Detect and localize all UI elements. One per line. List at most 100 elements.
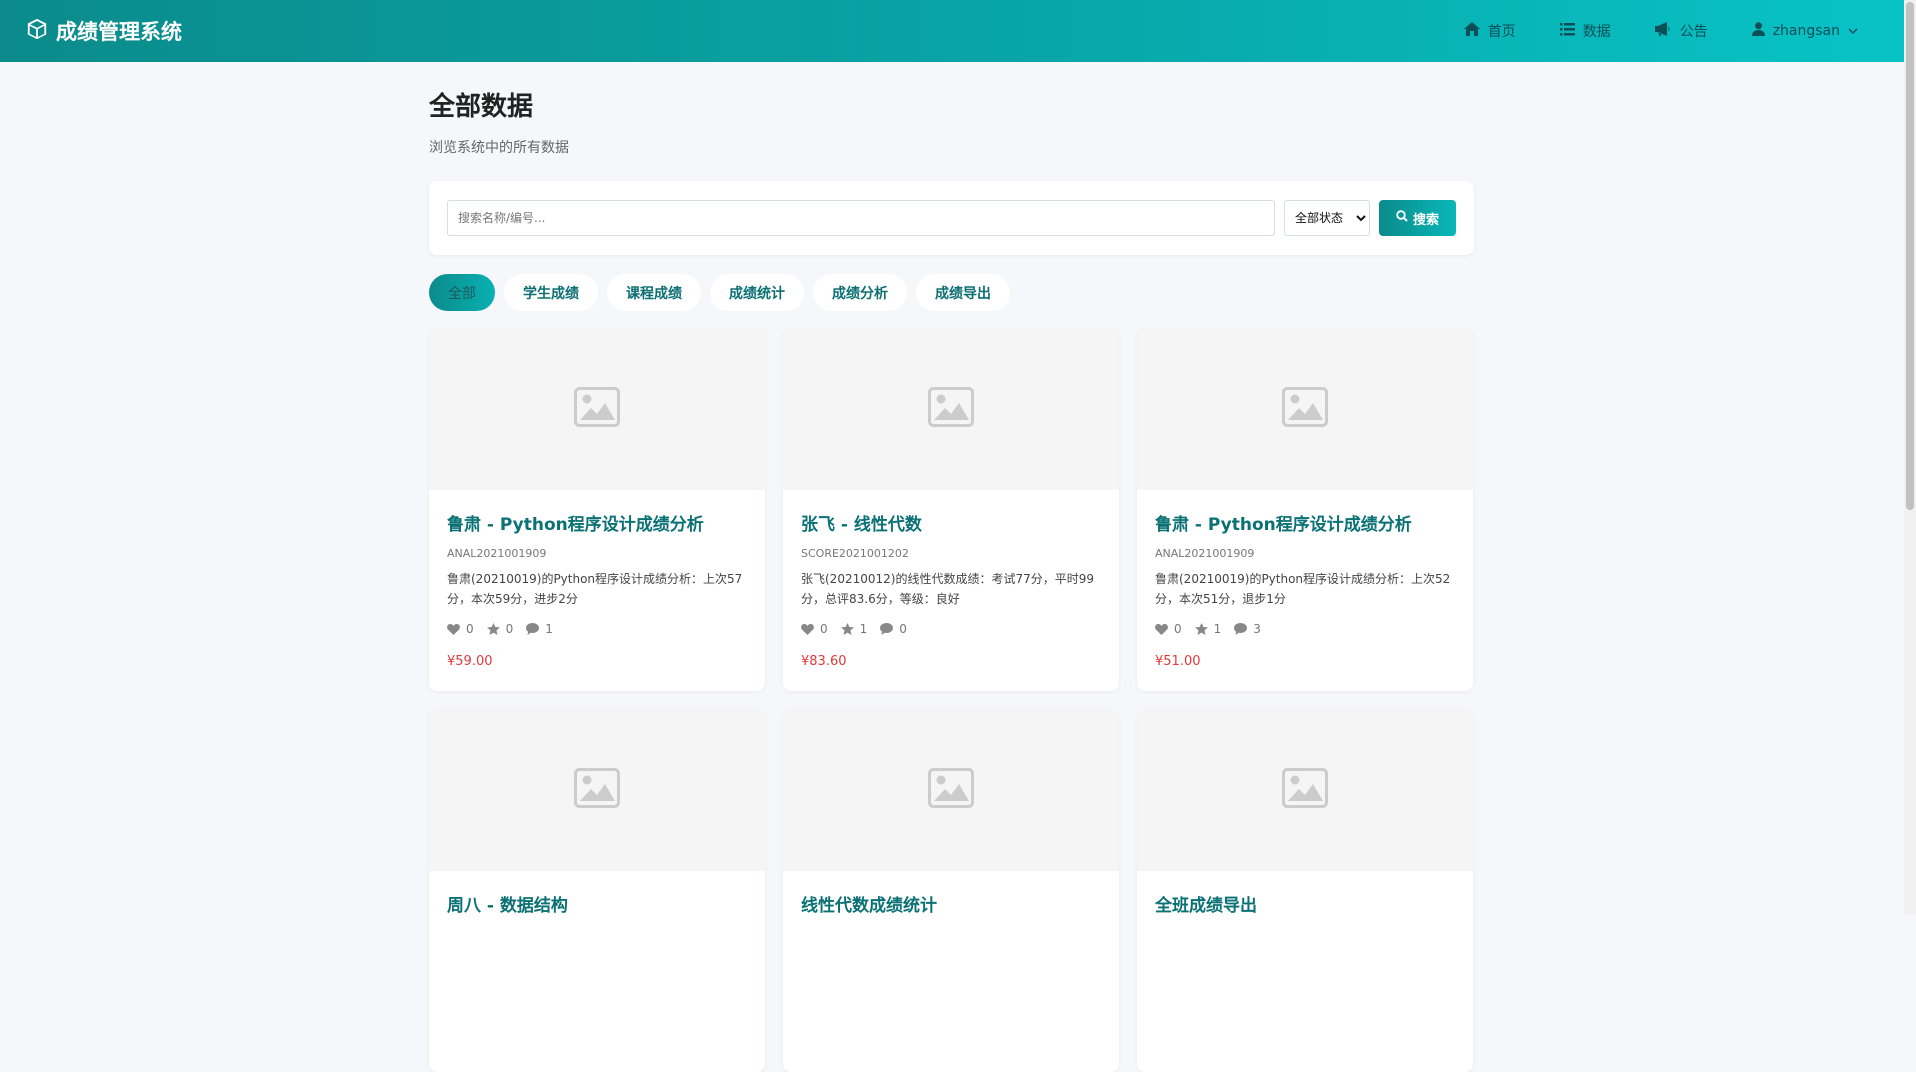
card-description: 张飞(20210012)的线性代数成绩：考试77分，平时99分，总评83.6分，… [801, 572, 1094, 606]
comment-stat[interactable]: 3 [1234, 622, 1261, 636]
card-stats: 0 1 0 [801, 622, 1101, 636]
card-title[interactable]: 张飞 - 线性代数 [801, 510, 1101, 535]
nav-announcement[interactable]: 公告 [1654, 21, 1708, 41]
favorite-stat[interactable]: 1 [1194, 622, 1222, 636]
card-title[interactable]: 鲁肃 - Python程序设计成绩分析 [447, 510, 747, 535]
data-card[interactable]: 线性代数成绩统计 [783, 709, 1119, 1072]
nav-announcement-label: 公告 [1679, 24, 1708, 40]
image-icon [574, 387, 620, 431]
card-image-placeholder [429, 328, 765, 490]
star-icon [486, 623, 500, 635]
comment-stat[interactable]: 1 [526, 622, 553, 636]
search-button[interactable]: 搜索 [1379, 200, 1456, 236]
status-select[interactable]: 全部状态 [1284, 200, 1370, 236]
comment-stat[interactable]: 0 [880, 622, 907, 636]
search-icon [1396, 210, 1408, 226]
card-stats: 0 0 1 [447, 622, 747, 636]
star-icon [840, 623, 854, 635]
card-code: ANAL2021001909 [1155, 547, 1255, 560]
tab-student-scores[interactable]: 学生成绩 [504, 274, 598, 311]
like-count: 0 [466, 622, 474, 636]
search-input[interactable] [447, 200, 1275, 236]
image-icon [928, 768, 974, 812]
favorite-stat[interactable]: 0 [486, 622, 514, 636]
image-icon [928, 387, 974, 431]
card-grid: 鲁肃 - Python程序设计成绩分析 ANAL2021001909 鲁肃(20… [429, 328, 1474, 1072]
search-panel: 全部状态 搜索 [429, 181, 1474, 255]
favorite-stat[interactable]: 1 [840, 622, 868, 636]
tab-course-scores[interactable]: 课程成绩 [607, 274, 701, 311]
data-card[interactable]: 全班成绩导出 [1137, 709, 1473, 1072]
nav-links: 首页 数据 公告 zhangsan [1463, 21, 1858, 41]
page-title: 全部数据 [429, 92, 534, 122]
card-price: ¥83.60 [801, 654, 847, 669]
nav-home[interactable]: 首页 [1463, 21, 1516, 41]
card-title[interactable]: 线性代数成绩统计 [801, 891, 1101, 916]
card-image-placeholder [1137, 328, 1473, 490]
comment-count: 1 [545, 622, 553, 636]
card-image-placeholder [1137, 709, 1473, 871]
tab-score-analysis[interactable]: 成绩分析 [813, 274, 907, 311]
card-price: ¥59.00 [447, 654, 493, 669]
favorite-count: 0 [505, 622, 514, 636]
card-code: SCORE2021001202 [801, 547, 909, 560]
home-icon [1463, 22, 1480, 40]
image-icon [574, 768, 620, 812]
like-stat[interactable]: 0 [447, 622, 474, 636]
card-image-placeholder [783, 328, 1119, 490]
user-menu[interactable]: zhangsan [1751, 22, 1858, 40]
chevron-down-icon [1848, 23, 1858, 39]
comment-count: 0 [899, 622, 907, 636]
data-card[interactable]: 张飞 - 线性代数 SCORE2021001202 张飞(20210012)的线… [783, 328, 1119, 691]
brand[interactable]: 成绩管理系统 [26, 16, 182, 46]
brand-title: 成绩管理系统 [56, 20, 182, 44]
nav-data[interactable]: 数据 [1559, 21, 1611, 41]
comment-icon [1234, 623, 1248, 635]
user-name: zhangsan [1772, 23, 1840, 39]
heart-icon [1155, 624, 1168, 635]
card-code: ANAL2021001909 [447, 547, 547, 560]
tab-score-statistics[interactable]: 成绩统计 [710, 274, 804, 311]
heart-icon [801, 624, 814, 635]
card-price: ¥51.00 [1155, 654, 1201, 669]
card-image-placeholder [783, 709, 1119, 871]
tab-all[interactable]: 全部 [429, 274, 495, 311]
comment-count: 3 [1253, 622, 1261, 636]
favorite-count: 1 [1213, 622, 1222, 636]
star-icon [1194, 623, 1208, 635]
card-description: 鲁肃(20210019)的Python程序设计成绩分析：上次52分，本次51分，… [1155, 572, 1451, 606]
data-card[interactable]: 鲁肃 - Python程序设计成绩分析 ANAL2021001909 鲁肃(20… [429, 328, 765, 691]
card-image-placeholder [429, 709, 765, 871]
card-title[interactable]: 周八 - 数据结构 [447, 891, 747, 916]
nav-home-label: 首页 [1487, 24, 1516, 40]
page-subtitle: 浏览系统中的所有数据 [429, 140, 569, 156]
user-icon [1751, 22, 1765, 40]
data-card[interactable]: 鲁肃 - Python程序设计成绩分析 ANAL2021001909 鲁肃(20… [1137, 328, 1473, 691]
image-icon [1282, 387, 1328, 431]
main-content: 全部数据 浏览系统中的所有数据 全部状态 搜索 全部 学生成绩 课程成绩 成绩统… [429, 62, 1474, 1072]
tab-score-export[interactable]: 成绩导出 [916, 274, 1010, 311]
top-navbar: 成绩管理系统 首页 数据 公告 zhangsan [0, 0, 1904, 62]
page-scrollbar[interactable] [1904, 0, 1916, 915]
search-button-label: 搜索 [1412, 212, 1439, 228]
heart-icon [447, 624, 460, 635]
card-title[interactable]: 鲁肃 - Python程序设计成绩分析 [1155, 510, 1455, 535]
comment-icon [880, 623, 894, 635]
list-icon [1559, 22, 1575, 40]
category-tabs: 全部 学生成绩 课程成绩 成绩统计 成绩分析 成绩导出 [429, 274, 1474, 311]
data-card[interactable]: 周八 - 数据结构 [429, 709, 765, 1072]
card-description: 鲁肃(20210019)的Python程序设计成绩分析：上次57分，本次59分，… [447, 572, 743, 606]
card-title[interactable]: 全班成绩导出 [1155, 891, 1455, 916]
like-count: 0 [1174, 622, 1182, 636]
comment-icon [526, 623, 540, 635]
megaphone-icon [1654, 22, 1672, 40]
favorite-count: 1 [859, 622, 868, 636]
card-stats: 0 1 3 [1155, 622, 1455, 636]
like-stat[interactable]: 0 [801, 622, 828, 636]
scrollbar-thumb[interactable] [1906, 2, 1914, 510]
nav-data-label: 数据 [1582, 24, 1611, 40]
cube-icon [26, 18, 48, 45]
like-count: 0 [820, 622, 828, 636]
image-icon [1282, 768, 1328, 812]
like-stat[interactable]: 0 [1155, 622, 1182, 636]
